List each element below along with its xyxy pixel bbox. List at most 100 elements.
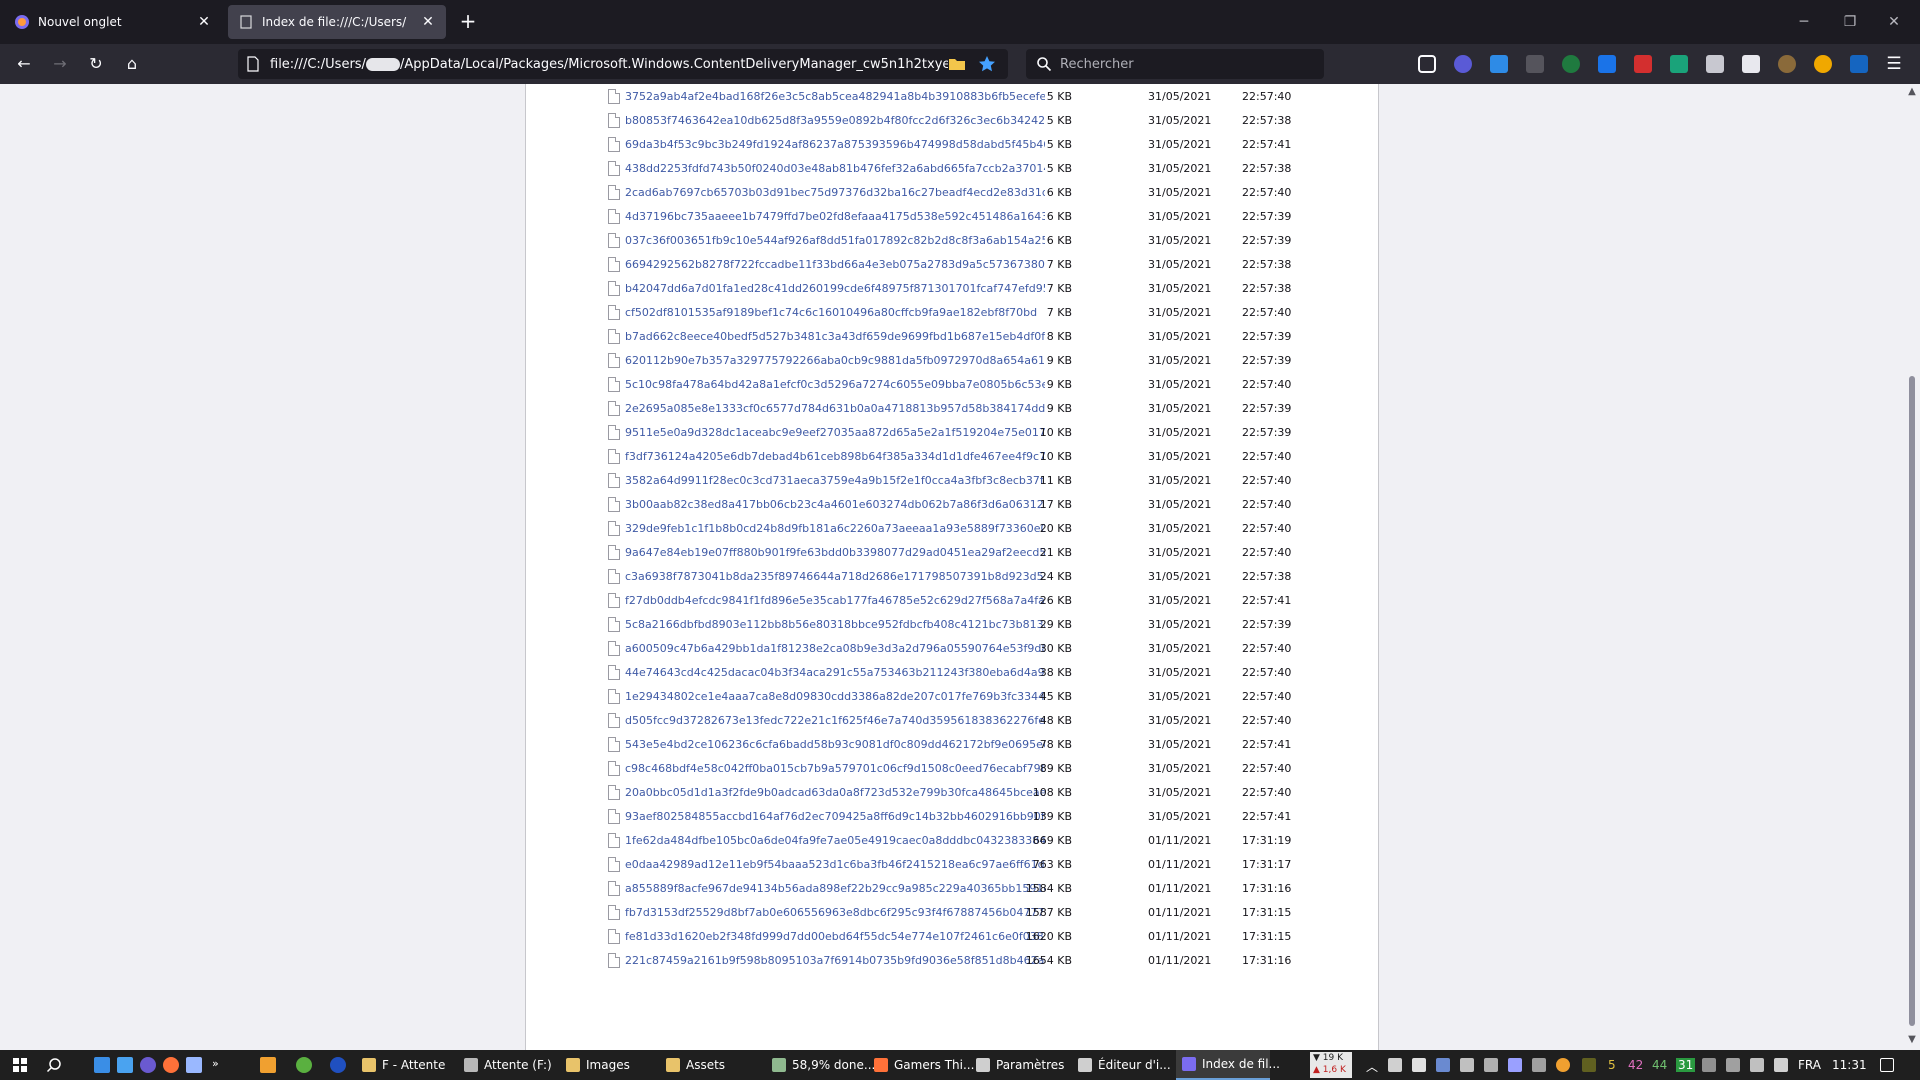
firefox-icon[interactable] bbox=[163, 1057, 179, 1073]
taskbar-task[interactable]: Gamers Thi... bbox=[868, 1050, 974, 1080]
file-row: f3df736124a4205e6db7debad4b61ceb898b64f3… bbox=[526, 445, 1378, 469]
tray-app-icon[interactable] bbox=[1388, 1058, 1402, 1072]
tray-app-icon[interactable] bbox=[1460, 1058, 1474, 1072]
media-player-icon[interactable] bbox=[260, 1057, 276, 1073]
taskbar-task[interactable]: Attente (F:) bbox=[458, 1050, 554, 1080]
file-date: 31/05/2021 bbox=[1148, 498, 1212, 511]
tray-app-icon[interactable] bbox=[1532, 1058, 1546, 1072]
close-tab-icon[interactable]: ✕ bbox=[420, 14, 436, 30]
reload-icon[interactable]: ↻ bbox=[84, 52, 108, 76]
tab-title: Nouvel onglet bbox=[38, 15, 122, 29]
file-row: 9a647e84eb19e07ff880b901f9fe63bdd0b33980… bbox=[526, 541, 1378, 565]
app-dot-icon[interactable] bbox=[330, 1057, 346, 1073]
tray-app-icon[interactable] bbox=[1412, 1058, 1426, 1072]
tray-app-icon[interactable] bbox=[1556, 1058, 1570, 1072]
file-date: 31/05/2021 bbox=[1148, 666, 1212, 679]
taskbar-task[interactable]: Images bbox=[560, 1050, 654, 1080]
user-agent-icon[interactable] bbox=[1814, 55, 1832, 73]
taskbar-task[interactable]: Éditeur d'i... bbox=[1072, 1050, 1171, 1080]
taskbar-task[interactable]: 58,9% done... bbox=[766, 1050, 875, 1080]
bookmark-star-icon[interactable] bbox=[978, 55, 996, 73]
grid-extension-icon[interactable] bbox=[1850, 55, 1868, 73]
hamburger-menu-icon[interactable]: ☰ bbox=[1884, 54, 1904, 74]
firefox-nightly-icon[interactable] bbox=[140, 1057, 156, 1073]
cookie-icon[interactable] bbox=[1778, 55, 1796, 73]
file-row: 93aef802584855accbd164af76d2ec709425a8ff… bbox=[526, 805, 1378, 829]
wifi-icon[interactable] bbox=[1774, 1058, 1788, 1072]
url-text[interactable]: file:///C:/Users//AppData/Local/Packages… bbox=[270, 57, 948, 72]
taskbar-task[interactable]: Index de fil... bbox=[1176, 1050, 1280, 1080]
shield-extension-icon[interactable] bbox=[1562, 55, 1580, 73]
search-icon[interactable] bbox=[46, 1057, 62, 1073]
gallery-extension-icon[interactable] bbox=[1742, 55, 1760, 73]
task-app-icon bbox=[464, 1058, 478, 1072]
close-tab-icon[interactable]: ✕ bbox=[196, 14, 212, 30]
usb-icon[interactable] bbox=[1726, 1058, 1740, 1072]
file-time: 22:57:38 bbox=[1242, 162, 1292, 175]
app-circle-icon[interactable] bbox=[296, 1057, 312, 1073]
volume-icon[interactable] bbox=[1750, 1058, 1764, 1072]
file-date: 31/05/2021 bbox=[1148, 426, 1212, 439]
search-bar[interactable] bbox=[1026, 49, 1324, 79]
scroll-down-icon[interactable]: ▼ bbox=[1904, 1034, 1920, 1048]
notification-icon[interactable] bbox=[1880, 1058, 1894, 1072]
tab-file-index[interactable]: Index de file:///C:/Users/ ✕ bbox=[228, 5, 446, 39]
file-row: 438dd2253fdfd743b50f0240d03e48ab81b476fe… bbox=[526, 157, 1378, 181]
extension-icon[interactable] bbox=[1454, 55, 1472, 73]
desktop-icon[interactable] bbox=[94, 1057, 110, 1073]
restore-icon[interactable]: ❐ bbox=[1836, 10, 1864, 34]
home-icon[interactable]: ⌂ bbox=[120, 52, 144, 76]
tray-app-icon[interactable] bbox=[1484, 1058, 1498, 1072]
pen-extension-icon[interactable] bbox=[1634, 55, 1652, 73]
camera-icon[interactable] bbox=[1526, 55, 1544, 73]
show-hidden-icons-icon[interactable]: ︿ bbox=[1366, 1058, 1378, 1075]
tray-app-icon[interactable] bbox=[1508, 1058, 1522, 1072]
file-icon bbox=[608, 545, 620, 560]
file-row: b7ad662c8eece40bedf5d527b3481c3a43df659d… bbox=[526, 325, 1378, 349]
vertical-scrollbar[interactable]: ▲ ▼ bbox=[1904, 84, 1920, 1050]
file-row: 3582a64d9911f28ec0c3cd731aeca3759e4a9b15… bbox=[526, 469, 1378, 493]
search-input[interactable] bbox=[1060, 56, 1310, 72]
file-date: 31/05/2021 bbox=[1148, 786, 1212, 799]
file-icon bbox=[608, 113, 620, 128]
task-app-icon bbox=[976, 1058, 990, 1072]
file-date: 01/11/2021 bbox=[1148, 954, 1212, 967]
pen-icon[interactable] bbox=[1702, 1058, 1716, 1072]
file-date: 31/05/2021 bbox=[1148, 138, 1212, 151]
mail-icon[interactable] bbox=[117, 1057, 133, 1073]
file-date: 01/11/2021 bbox=[1148, 882, 1212, 895]
file-row: fe81d33d1620eb2f348fd999d7dd00ebd64f55dc… bbox=[526, 925, 1378, 949]
file-size: 6 KB bbox=[1046, 186, 1072, 199]
pocket-icon[interactable] bbox=[1418, 55, 1436, 73]
taskbar-task[interactable]: F - Attente bbox=[356, 1050, 452, 1080]
taskbar-task[interactable]: Paramètres bbox=[970, 1050, 1066, 1080]
extension-badge-icon[interactable] bbox=[1490, 55, 1508, 73]
battery-meter-icon[interactable] bbox=[1582, 1058, 1596, 1072]
file-time: 22:57:38 bbox=[1242, 114, 1292, 127]
windows-start-icon[interactable] bbox=[12, 1057, 28, 1073]
file-time: 22:57:41 bbox=[1242, 738, 1292, 751]
forward-icon[interactable]: → bbox=[48, 52, 72, 76]
url-bar[interactable]: file:///C:/Users//AppData/Local/Packages… bbox=[238, 49, 1008, 79]
ublock-icon[interactable] bbox=[1706, 55, 1724, 73]
tree-extension-icon[interactable] bbox=[1670, 55, 1688, 73]
tray-app-icon[interactable] bbox=[1436, 1058, 1450, 1072]
taskbar-task[interactable]: Assets bbox=[660, 1050, 760, 1080]
new-tab-button[interactable]: + bbox=[456, 10, 480, 34]
file-size: 1584 KB bbox=[1025, 882, 1072, 895]
file-row: c3a6938f7873041b8da235f89746644a718d2686… bbox=[526, 565, 1378, 589]
clock[interactable]: 11:31 bbox=[1832, 1058, 1867, 1072]
tab-new-tab[interactable]: Nouvel onglet ✕ bbox=[4, 5, 222, 39]
close-window-icon[interactable]: ✕ bbox=[1880, 10, 1908, 34]
skype-icon[interactable] bbox=[1598, 55, 1616, 73]
minimize-icon[interactable]: ─ bbox=[1790, 10, 1818, 34]
file-icon bbox=[608, 449, 620, 464]
back-icon[interactable]: ← bbox=[12, 52, 36, 76]
language-indicator[interactable]: FRA bbox=[1798, 1058, 1821, 1072]
scroll-up-icon[interactable]: ▲ bbox=[1904, 86, 1920, 100]
scroll-thumb[interactable] bbox=[1909, 376, 1915, 1026]
overflow-chevron-icon[interactable]: » bbox=[212, 1057, 220, 1073]
file-icon bbox=[608, 497, 620, 512]
folder-icon[interactable] bbox=[948, 55, 966, 73]
app-icon[interactable] bbox=[186, 1057, 202, 1073]
